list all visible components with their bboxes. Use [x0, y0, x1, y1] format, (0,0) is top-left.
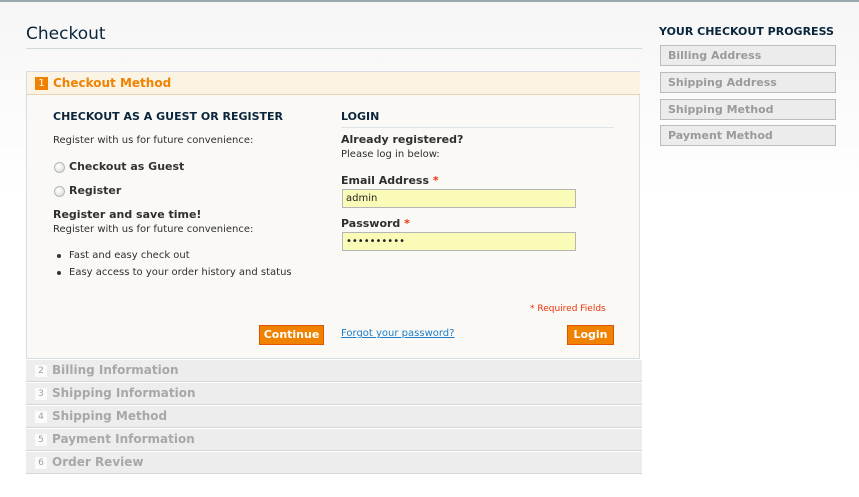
step-label: Shipping Information — [52, 386, 196, 400]
step-number: 6 — [35, 457, 47, 469]
register-save-intro: Register with us for future convenience: — [53, 224, 254, 235]
checkout-method-title[interactable]: Checkout Method — [53, 76, 171, 90]
checkout-progress-title: YOUR CHECKOUT PROGRESS — [659, 25, 834, 38]
step-label: Shipping Method — [52, 409, 168, 423]
guest-intro-text: Register with us for future convenience: — [53, 135, 254, 146]
page-title: Checkout — [26, 24, 106, 44]
progress-payment-method: Payment Method — [660, 125, 836, 146]
benefit-item: Easy access to your order history and st… — [69, 267, 292, 278]
login-divider — [341, 127, 614, 128]
progress-shipping-address: Shipping Address — [660, 72, 836, 93]
step-order-review[interactable]: 6 Order Review — [26, 452, 642, 474]
required-star: * — [404, 217, 410, 230]
login-button[interactable]: Login — [567, 325, 614, 345]
password-label: Password * — [341, 217, 410, 230]
step-label: Billing Information — [52, 363, 179, 377]
title-divider — [26, 48, 642, 49]
checkout-as-guest-radio[interactable] — [54, 162, 65, 173]
guest-register-heading: CHECKOUT AS A GUEST OR REGISTER — [53, 110, 284, 123]
step-number: 3 — [35, 388, 47, 400]
bullet-icon — [57, 271, 61, 275]
step-number: 4 — [35, 411, 47, 423]
login-heading: LOGIN — [341, 110, 380, 123]
please-login-text: Please log in below: — [341, 149, 440, 160]
step-number: 5 — [35, 434, 47, 446]
step-billing-information[interactable]: 2 Billing Information — [26, 360, 642, 382]
step-shipping-information[interactable]: 3 Shipping Information — [26, 383, 642, 405]
continue-button[interactable]: Continue — [259, 325, 324, 345]
benefit-item: Fast and easy check out — [69, 250, 190, 261]
register-save-heading: Register and save time! — [53, 208, 202, 221]
register-radio[interactable] — [54, 186, 65, 197]
register-label[interactable]: Register — [69, 184, 121, 197]
step-payment-information[interactable]: 5 Payment Information — [26, 429, 642, 451]
forgot-password-link[interactable]: Forgot your password? — [341, 328, 454, 339]
required-star: * — [432, 174, 439, 187]
already-registered-text: Already registered? — [341, 133, 464, 146]
step-label: Order Review — [52, 455, 144, 469]
step-number-badge: 1 — [35, 77, 48, 90]
email-field[interactable] — [342, 189, 576, 208]
bullet-icon — [57, 254, 61, 258]
email-label: Email Address * — [341, 174, 439, 187]
checkout-as-guest-label[interactable]: Checkout as Guest — [69, 160, 184, 173]
step-number: 2 — [35, 365, 47, 377]
required-fields-note: * Required Fields — [530, 304, 606, 314]
password-field[interactable] — [342, 232, 576, 251]
step-label: Payment Information — [52, 432, 195, 446]
progress-billing-address: Billing Address — [660, 45, 836, 66]
progress-shipping-method: Shipping Method — [660, 99, 836, 120]
step-shipping-method[interactable]: 4 Shipping Method — [26, 406, 642, 428]
